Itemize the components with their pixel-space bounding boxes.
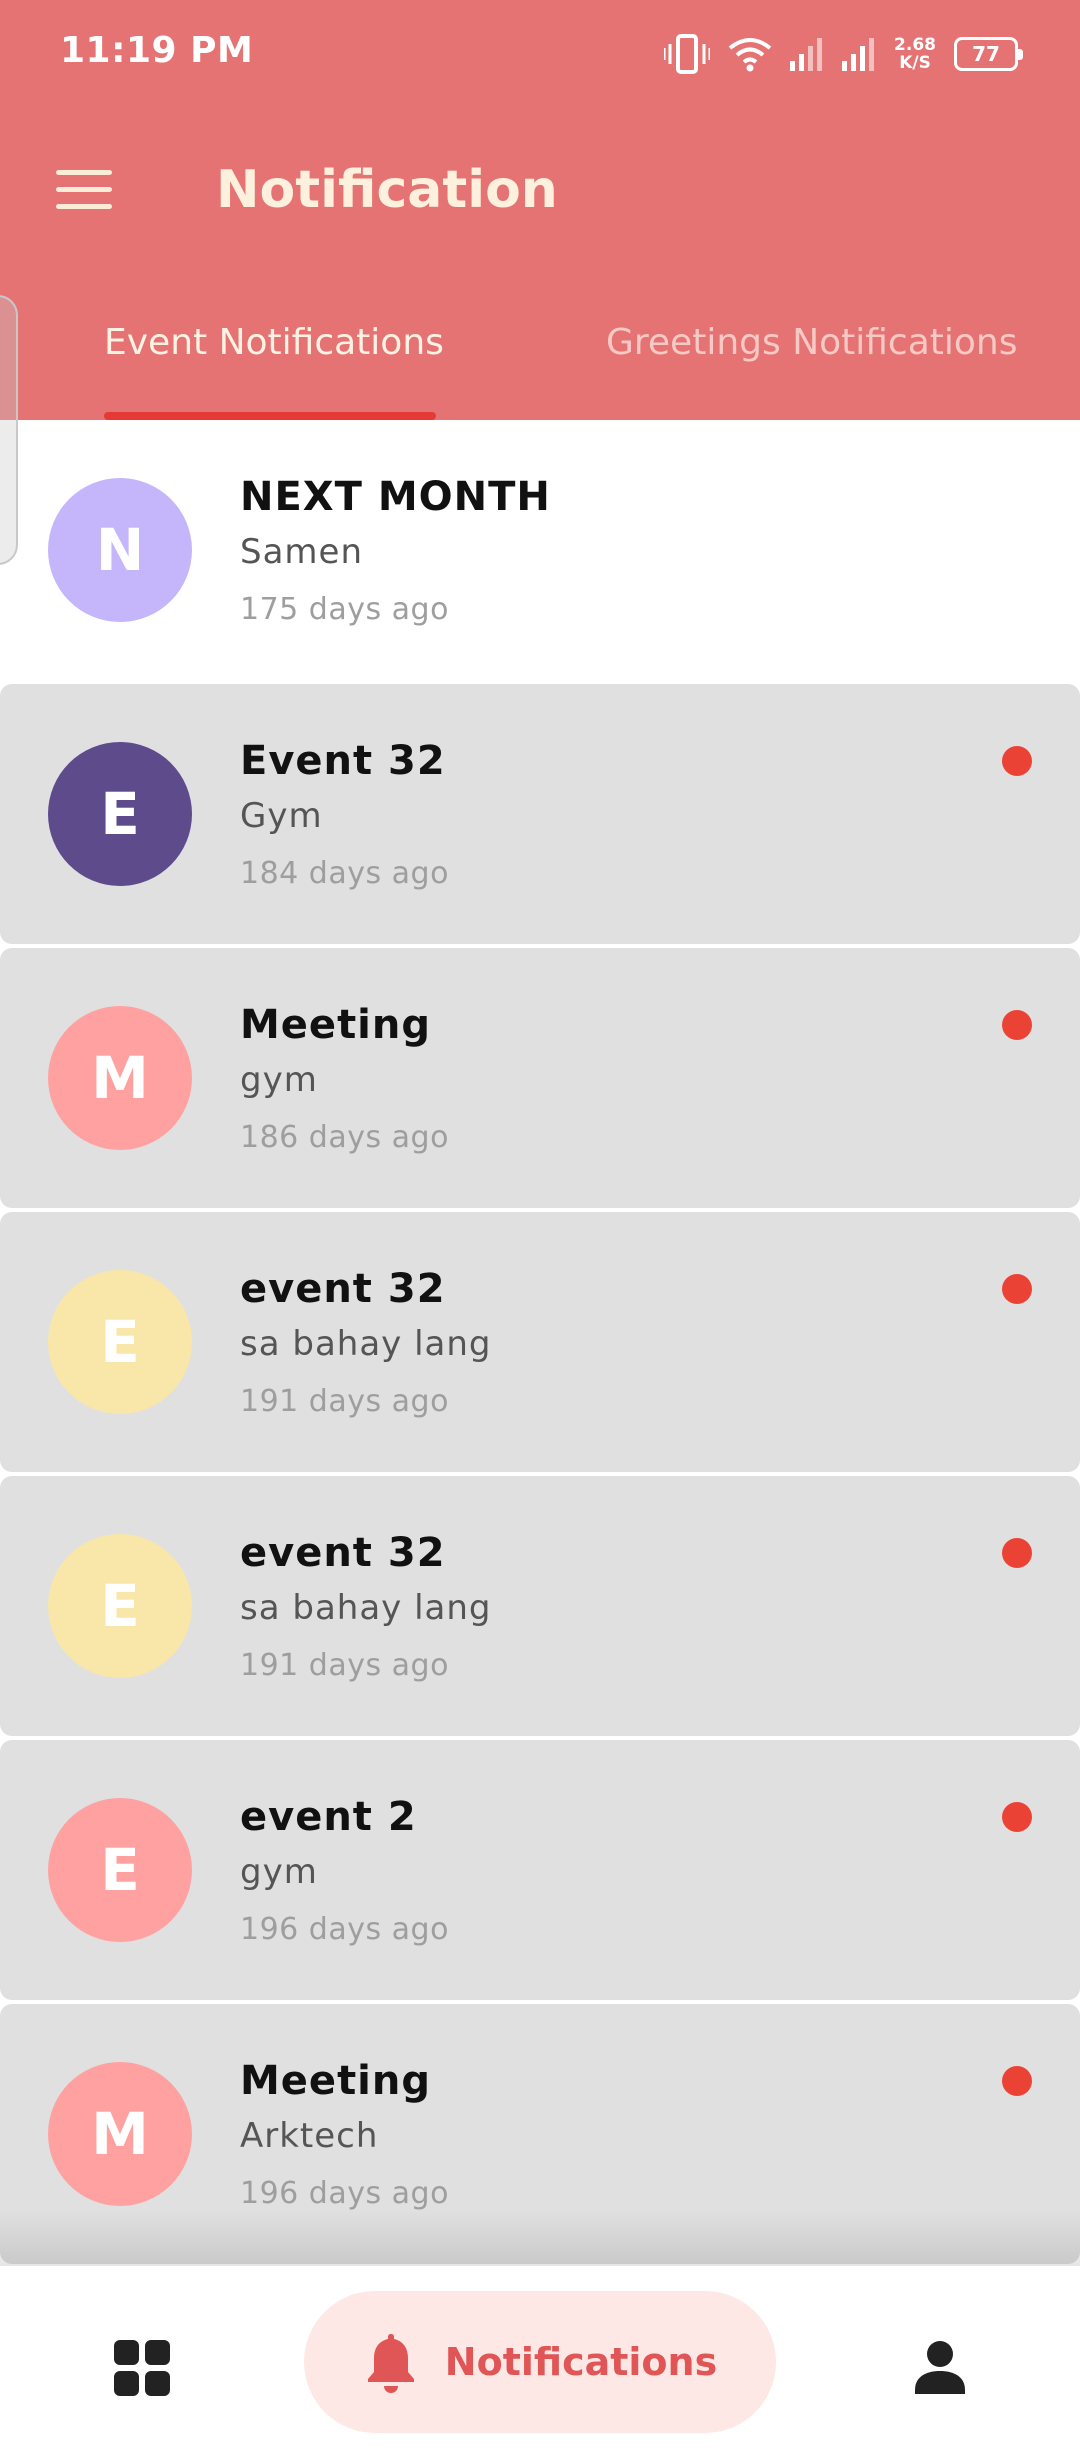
active-tab-indicator [104,412,436,420]
battery-level: 77 [972,42,1000,66]
page-title: Notification [216,160,558,220]
nav-dashboard-button[interactable] [100,2326,184,2410]
avatar: N [48,478,192,622]
notification-subtitle: gym [240,1060,318,1100]
avatar: E [48,1534,192,1678]
notification-subtitle: sa bahay lang [240,1324,492,1364]
avatar: E [48,1798,192,1942]
notification-subtitle: sa bahay lang [240,1588,492,1628]
unread-dot-icon [1002,2066,1032,2096]
notification-item[interactable]: E event 32 sa bahay lang 191 days ago [0,1212,1080,1472]
dashboard-grid-icon [114,2340,170,2396]
notification-item[interactable]: E event 2 gym 196 days ago [0,1740,1080,2000]
notification-subtitle: gym [240,1852,318,1892]
notification-subtitle: Samen [240,532,364,572]
notification-title: event 2 [240,1794,417,1840]
notification-title: NEXT MONTH [240,474,551,520]
signal-icon-2 [842,38,875,71]
list-fade [0,2210,1080,2266]
notification-time: 196 days ago [240,1912,449,1947]
notification-time: 175 days ago [240,592,449,627]
hamburger-menu-icon[interactable] [42,158,126,222]
unread-dot-icon [1002,1802,1032,1832]
app-bar: Notification [0,130,1080,250]
avatar: E [48,1270,192,1414]
nav-profile-button[interactable] [900,2326,980,2410]
network-speed: 2.68 K/S [894,36,936,72]
notification-item[interactable]: E Event 32 Gym 184 days ago [0,684,1080,944]
unread-dot-icon [1002,1010,1032,1040]
status-time: 11:19 PM [60,30,254,71]
tab-greetings-notifications[interactable]: Greetings Notifications [606,322,1018,412]
avatar: M [48,1006,192,1150]
bottom-navigation: Notifications [0,2266,1080,2459]
signal-icon-1 [790,38,823,71]
battery-icon: 77 [954,37,1023,71]
notification-subtitle: Gym [240,796,323,836]
notification-item[interactable]: M Meeting gym 186 days ago [0,948,1080,1208]
notification-time: 191 days ago [240,1648,449,1683]
status-icons: 2.68 K/S 77 [664,30,1023,78]
notification-title: Meeting [240,1002,432,1048]
person-icon [915,2341,965,2394]
notification-time: 191 days ago [240,1384,449,1419]
edge-panel-handle[interactable] [0,295,18,565]
network-speed-unit: K/S [899,53,931,73]
vibrate-icon [664,34,711,74]
notification-item[interactable]: N NEXT MONTH Samen 175 days ago [0,420,1080,680]
nav-notifications-label: Notifications [444,2340,718,2384]
notification-item[interactable]: E event 32 sa bahay lang 191 days ago [0,1476,1080,1736]
tab-bar: Event Notifications Greetings Notificati… [0,300,1080,420]
unread-dot-icon [1002,1274,1032,1304]
notification-title: event 32 [240,1530,446,1576]
nav-notifications-button[interactable]: Notifications [304,2291,776,2433]
notification-time: 186 days ago [240,1120,449,1155]
network-speed-value: 2.68 [894,35,936,55]
notification-title: event 32 [240,1266,446,1312]
notification-time: 184 days ago [240,856,449,891]
status-bar: 11:19 PM 2.68 K/S 77 [0,0,1080,105]
notification-title: Event 32 [240,738,446,784]
avatar: M [48,2062,192,2206]
wifi-icon [728,38,772,72]
notification-title: Meeting [240,2058,432,2104]
unread-dot-icon [1002,746,1032,776]
unread-dot-icon [1002,1538,1032,1568]
tab-event-notifications[interactable]: Event Notifications [104,322,444,412]
bell-icon [367,2334,414,2393]
avatar: E [48,742,192,886]
notification-subtitle: Arktech [240,2116,379,2156]
notification-time: 196 days ago [240,2176,449,2211]
app-header: 11:19 PM 2.68 K/S 77 Notification Event … [0,0,1080,420]
